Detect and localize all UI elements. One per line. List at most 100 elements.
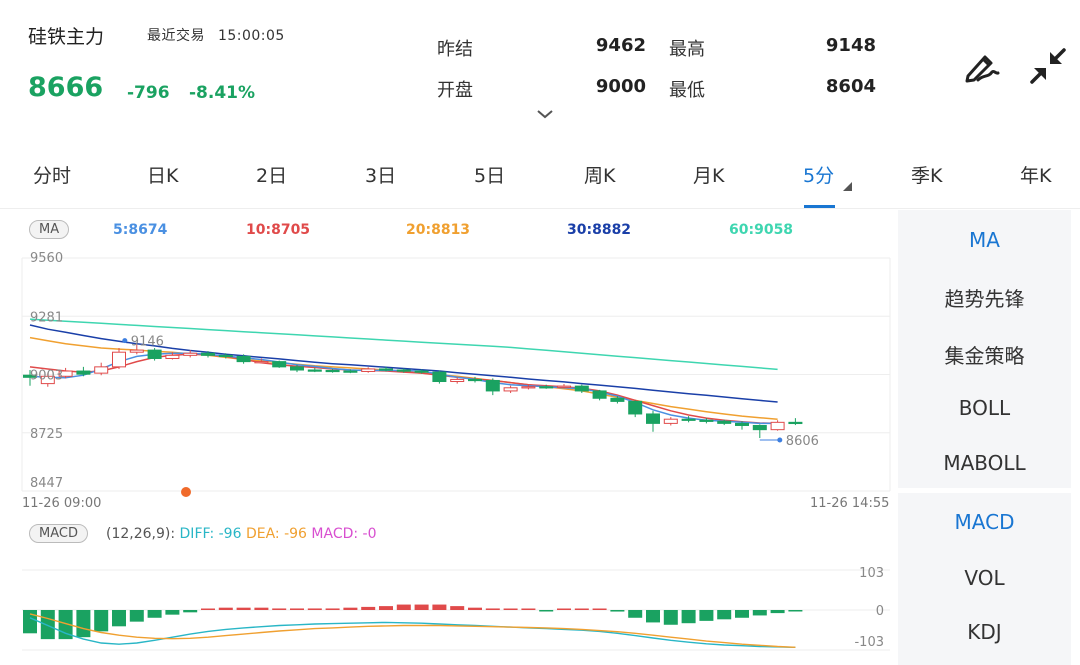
main-indicator-panel: MA 趋势先锋 集金策略 BOLL MABOLL xyxy=(898,210,1071,488)
indicator-vol[interactable]: VOL xyxy=(898,566,1071,590)
candle-down xyxy=(788,421,803,425)
tab-quarterly-k[interactable]: 季K xyxy=(911,161,942,188)
price-axis-label: 9560 xyxy=(30,251,63,266)
candle-down xyxy=(414,370,429,373)
indicator-ma[interactable]: MA xyxy=(898,228,1071,252)
tab-weekly-k[interactable]: 周K xyxy=(584,161,615,188)
macd-bar-up xyxy=(201,608,215,610)
ma-chip[interactable]: MA xyxy=(29,220,70,239)
ma5-line xyxy=(29,352,778,425)
macd-bar-up xyxy=(468,607,482,610)
macd-bar-down xyxy=(646,610,660,623)
indicator-trend-pioneer[interactable]: 趋势先锋 xyxy=(898,283,1071,312)
candle-down xyxy=(485,379,500,392)
candle-up xyxy=(770,421,785,431)
macd-bar-down xyxy=(663,610,678,625)
indicator-jijin-strategy[interactable]: 集金策略 xyxy=(898,340,1071,369)
macd-dea: DEA: -96 xyxy=(245,526,307,542)
candle-down xyxy=(735,422,749,426)
macd-bar-up xyxy=(343,607,358,610)
price-axis-label: 9281 xyxy=(30,310,63,325)
candle-down xyxy=(379,368,393,371)
recent-trade-label: 最近交易 15:00:05 xyxy=(147,25,285,45)
macd-bar-down xyxy=(183,610,198,613)
high-marker-dot xyxy=(122,338,128,344)
candlestick-chart[interactable]: 9560 9281 9003 8725 8447 9146 8606 xyxy=(0,240,896,520)
indicator-boll[interactable]: BOLL xyxy=(898,396,1071,420)
tab-monthly-k[interactable]: 月K xyxy=(693,161,724,188)
candle-down xyxy=(717,420,732,424)
macd-chart[interactable]: 103 0 -103 xyxy=(0,555,896,665)
tab-5day[interactable]: 5日 xyxy=(474,161,505,188)
price-axis-label: 9003 xyxy=(30,369,63,384)
candle-down xyxy=(574,385,589,392)
candle-down xyxy=(290,366,304,371)
candle-down xyxy=(699,419,714,422)
sub-indicator-panel: MACD VOL KDJ xyxy=(898,493,1071,665)
macd-params: (12,26,9): xyxy=(106,526,176,542)
candle-up xyxy=(129,349,144,353)
candle-down xyxy=(343,370,358,373)
macd-bar-down xyxy=(129,610,144,622)
macd-value: MACD: -0 xyxy=(311,526,377,542)
scroll-indicator-dot[interactable] xyxy=(181,487,191,497)
candle-up xyxy=(503,387,518,392)
tab-2day[interactable]: 2日 xyxy=(256,161,287,188)
draw-pen-icon[interactable] xyxy=(958,44,1002,88)
indicator-macd[interactable]: MACD xyxy=(898,510,1071,534)
macd-bar-down xyxy=(628,610,643,618)
low-label: 最低 xyxy=(669,80,705,101)
tab-daily-k[interactable]: 日K xyxy=(147,161,178,188)
macd-bar-down xyxy=(717,610,732,620)
period-tabs: 分时 日K 2日 3日 5日 周K 月K 5分 季K 年K xyxy=(0,145,1080,208)
candle-down xyxy=(307,369,322,372)
tab-yearly-k[interactable]: 年K xyxy=(1020,161,1051,188)
macd-bar-down xyxy=(76,610,91,638)
macd-bar-down xyxy=(539,610,554,612)
macd-bar-up xyxy=(290,608,304,610)
tab-5min[interactable]: 5分 xyxy=(803,161,834,188)
macd-bar-up xyxy=(325,608,340,610)
macd-legend-line: (12,26,9): DIFF: -96 DEA: -96 MACD: -0 xyxy=(106,526,377,542)
prev-settle-value: 9462 xyxy=(595,35,646,56)
candle-down xyxy=(752,424,767,431)
expand-chevron-icon[interactable] xyxy=(537,108,553,120)
macd-bar-up xyxy=(414,604,429,610)
time-axis-start: 11-26 09:00 xyxy=(22,496,102,511)
contract-name: 硅铁主力 xyxy=(28,26,105,48)
macd-bar-up xyxy=(592,608,607,610)
candle-down xyxy=(432,371,447,383)
macd-bar-up xyxy=(557,608,571,610)
indicator-maboll[interactable]: MABOLL xyxy=(898,451,1071,475)
macd-axis-label: 0 xyxy=(876,604,884,619)
candle-down xyxy=(681,418,696,421)
candle-up xyxy=(165,354,180,359)
macd-bar-up xyxy=(272,608,287,610)
collapse-icon[interactable] xyxy=(1026,44,1070,88)
macd-bar-up xyxy=(485,608,500,610)
macd-bar-down xyxy=(147,610,162,618)
candle-down xyxy=(396,369,411,372)
recent-trade-time: 15:00:05 xyxy=(217,28,285,44)
macd-chip[interactable]: MACD xyxy=(29,524,88,543)
macd-bar-down xyxy=(770,610,785,614)
macd-bar-up xyxy=(307,608,322,610)
tab-3day[interactable]: 3日 xyxy=(365,161,396,188)
candle-up xyxy=(663,418,678,424)
tab-fenshi[interactable]: 分时 xyxy=(33,161,71,188)
macd-bar-down xyxy=(112,610,126,627)
macd-axis-label: 103 xyxy=(859,566,884,581)
high-marker-label: 9146 xyxy=(131,335,164,350)
low-marker-label: 8606 xyxy=(786,434,819,449)
macd-bar-up xyxy=(432,604,447,610)
macd-bar-up xyxy=(218,607,233,610)
macd_diff-line xyxy=(29,617,796,648)
price-axis-label: 8447 xyxy=(30,476,63,491)
candle-down xyxy=(147,349,162,359)
dropdown-triangle-icon[interactable] xyxy=(843,182,852,191)
last-price: 8666 xyxy=(28,72,104,103)
macd-bar-down xyxy=(735,610,749,618)
macd-bar-down xyxy=(752,610,767,616)
indicator-kdj[interactable]: KDJ xyxy=(898,620,1071,644)
candle-down xyxy=(628,400,643,415)
